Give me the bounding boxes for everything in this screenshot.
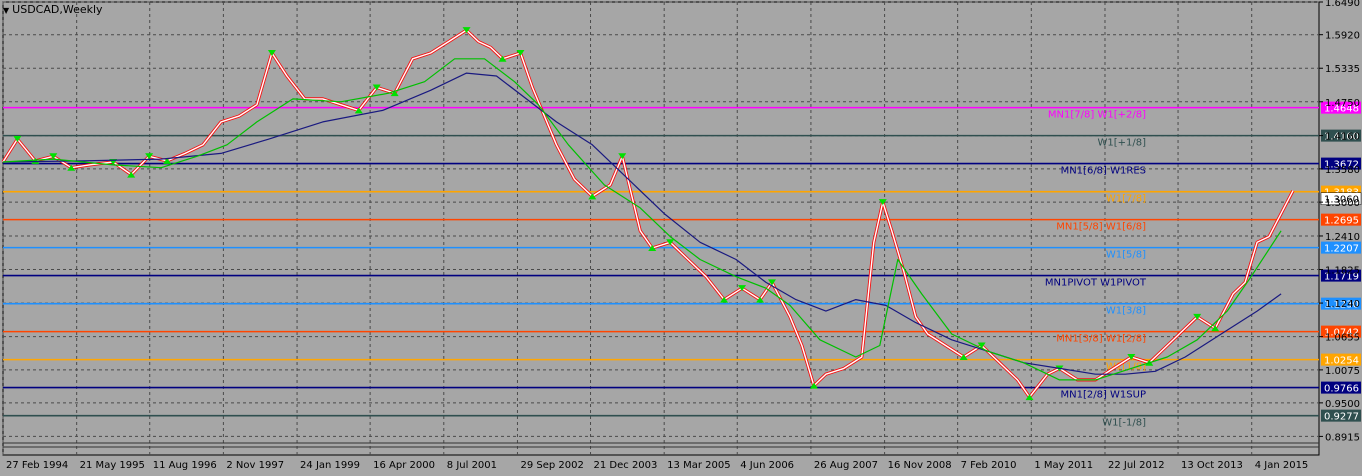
x-tick-label: 1 May 2011 <box>1034 460 1093 471</box>
chart-menu-icon[interactable]: ▼ <box>3 6 9 15</box>
level-label: MN1[7/8] W1[+2/8] <box>1048 110 1146 121</box>
y-tick-label: 1.1825 <box>1325 266 1360 277</box>
x-tick-label: 21 May 1995 <box>80 460 145 471</box>
y-tick-label: 1.3000 <box>1325 198 1360 209</box>
x-tick-label: 2 Nov 1997 <box>226 460 284 471</box>
chart-title[interactable]: ▼ USDCAD,Weekly <box>3 3 103 16</box>
y-tick-label: 0.8915 <box>1325 432 1360 443</box>
y-tick-label: 0.9500 <box>1325 399 1360 410</box>
x-tick-label: 4 Jan 2015 <box>1255 460 1309 471</box>
price-chart[interactable]: MN1[7/8] W1[+2/8]1.4648W1[+1/8]1.4160MN1… <box>0 0 1362 472</box>
x-tick-label: 26 Aug 2007 <box>814 460 878 471</box>
y-tick-label: 1.0655 <box>1325 333 1360 344</box>
level-label: MN1[6/8] W1RES <box>1061 166 1146 177</box>
level-tag-text: 1.2207 <box>1324 244 1359 255</box>
chart-title-text: USDCAD,Weekly <box>12 3 103 16</box>
x-tick-label: 16 Nov 2008 <box>888 460 952 471</box>
level-label: W1[5/8] <box>1106 250 1146 261</box>
level-tag-text: 0.9277 <box>1324 412 1359 423</box>
level-tag-text: 1.2695 <box>1324 216 1359 227</box>
x-tick-label: 4 Jun 2006 <box>740 460 794 471</box>
x-tick-label: 11 Aug 1996 <box>153 460 217 471</box>
y-tick-label: 1.1240 <box>1325 299 1360 310</box>
y-tick-label: 1.2410 <box>1325 232 1360 243</box>
chart-window: MN1[7/8] W1[+2/8] 1.4648 W1[+1/8] 1.4160 MN1… <box>0 0 1362 472</box>
level-label: W1[7/8] <box>1106 194 1146 205</box>
y-tick-label: 1.5920 <box>1325 31 1360 42</box>
y-tick-label: 1.5335 <box>1325 64 1360 75</box>
x-tick-label: 27 Feb 1994 <box>6 460 68 471</box>
x-tick-label: 24 Jan 1999 <box>300 460 360 471</box>
y-tick-label: 1.0075 <box>1325 366 1360 377</box>
y-tick-label: 1.3580 <box>1325 165 1360 176</box>
x-tick-label: 13 Mar 2005 <box>667 460 730 471</box>
level-label: W1[3/8] <box>1106 306 1146 317</box>
level-label: MN1PIVOT W1PIVOT <box>1045 278 1147 289</box>
x-tick-label: 22 Jul 2012 <box>1108 460 1165 471</box>
x-tick-label: 7 Feb 2010 <box>961 460 1017 471</box>
x-tick-label: 29 Sep 2002 <box>520 460 583 471</box>
y-tick-label: 1.6490 <box>1325 0 1360 9</box>
level-label: W1[-1/8] <box>1102 418 1146 429</box>
y-tick-label: 1.4160 <box>1325 132 1360 143</box>
level-label: MN1[5/8] W1[6/8] <box>1056 222 1146 233</box>
level-label: W1[+1/8] <box>1097 138 1146 149</box>
x-tick-label: 8 Jul 2001 <box>447 460 497 471</box>
x-tick-label: 16 Apr 2000 <box>373 460 435 471</box>
level-label: MN1[2/8] W1SUP <box>1061 390 1147 401</box>
level-label: MN1[3/8] W1[2/8] <box>1056 334 1146 345</box>
x-tick-label: 13 Oct 2013 <box>1181 460 1243 471</box>
x-tick-label: 21 Dec 2003 <box>594 460 658 471</box>
y-tick-label: 1.4750 <box>1325 98 1360 109</box>
level-tag-text: 0.9766 <box>1324 384 1359 395</box>
